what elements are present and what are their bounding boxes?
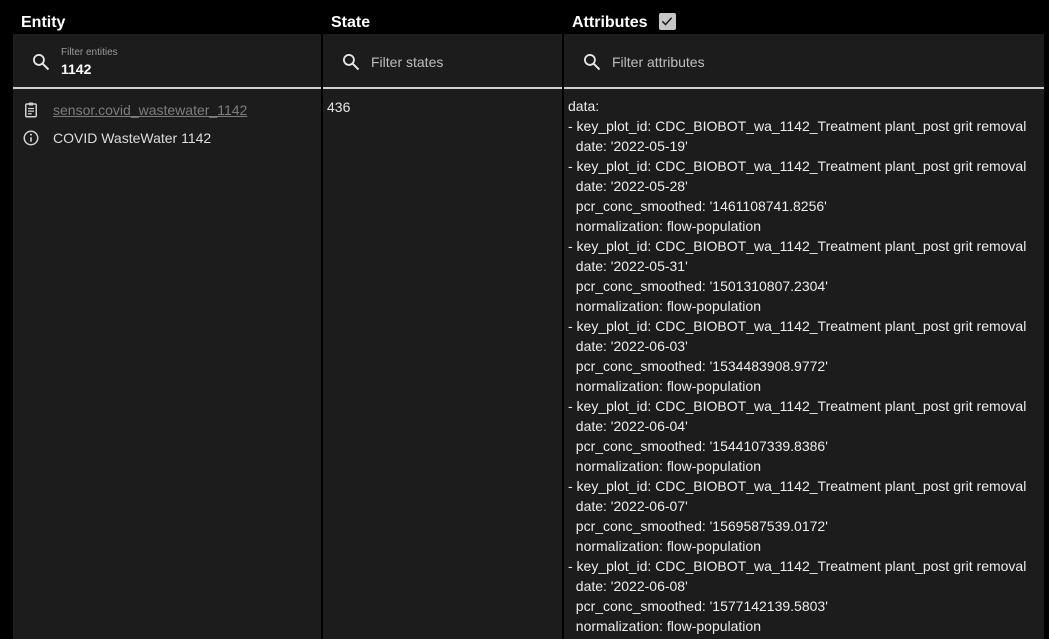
entity-id-link[interactable]: sensor.covid_wastewater_1142 <box>53 102 247 118</box>
attribute-line: date: '2022-06-07' <box>568 498 688 514</box>
attribute-line: normalization: flow-population <box>568 298 761 314</box>
attribute-line: - key_plot_id: CDC_BIOBOT_wa_1142_Treatm… <box>568 478 1027 494</box>
attribute-line: pcr_conc_smoothed: '1501310807.2304' <box>568 278 828 294</box>
attribute-line: normalization: flow-population <box>568 618 761 634</box>
clipboard-icon[interactable] <box>21 100 41 120</box>
checkbox-checked-icon <box>661 17 673 26</box>
entity-filter-label: Filter entities <box>61 47 118 58</box>
entity-filter-value[interactable]: 1142 <box>61 61 91 77</box>
state-filter[interactable]: Filter states <box>323 34 562 89</box>
info-icon[interactable] <box>21 128 41 148</box>
attributes-checkbox[interactable] <box>658 12 676 30</box>
attribute-line: normalization: flow-population <box>568 378 761 394</box>
attribute-line: date: '2022-06-04' <box>568 418 688 434</box>
attribute-line: - key_plot_id: CDC_BIOBOT_wa_1142_Treatm… <box>568 558 1027 574</box>
attributes-content: data: - key_plot_id: CDC_BIOBOT_wa_1142_T… <box>568 96 1026 636</box>
developer-tools-states: Entity State Attributes Filter entities … <box>0 0 1049 639</box>
attribute-line: - key_plot_id: CDC_BIOBOT_wa_1142_Treatm… <box>568 158 1027 174</box>
attribute-line: pcr_conc_smoothed: '1544107339.8386' <box>568 438 828 454</box>
attributes-header-label: Attributes <box>572 14 648 31</box>
attribute-line: date: '2022-06-03' <box>568 338 688 354</box>
entity-panel: Filter entities 1142 sensor.covid_wastew… <box>13 34 321 639</box>
attribute-line: date: '2022-05-28' <box>568 178 688 194</box>
attribute-line: pcr_conc_smoothed: '1569587539.0172' <box>568 518 828 534</box>
attribute-line: - key_plot_id: CDC_BIOBOT_wa_1142_Treatm… <box>568 318 1027 334</box>
attribute-line: date: '2022-05-19' <box>568 138 688 154</box>
attribute-line: date: '2022-06-08' <box>568 578 688 594</box>
friendly-name-row: COVID WasteWater 1142 <box>21 128 211 148</box>
search-icon <box>584 54 601 71</box>
attribute-line: - key_plot_id: CDC_BIOBOT_wa_1142_Treatm… <box>568 238 1027 254</box>
entity-friendly-name: COVID WasteWater 1142 <box>53 130 212 146</box>
attribute-line: data: <box>568 98 600 114</box>
attributes-column-header: Attributes <box>572 12 676 33</box>
attribute-line: - key_plot_id: CDC_BIOBOT_wa_1142_Treatm… <box>568 398 1027 414</box>
attribute-line: normalization: flow-population <box>568 458 761 474</box>
attribute-line: pcr_conc_smoothed: '1461108741.8256' <box>568 198 827 214</box>
attributes-filter[interactable]: Filter attributes <box>564 34 1044 89</box>
entity-id-row: sensor.covid_wastewater_1142 <box>21 100 247 120</box>
attribute-line: date: '2022-05-31' <box>568 258 688 274</box>
state-panel: Filter states 436 <box>323 34 562 639</box>
entity-column-header: Entity <box>21 14 66 31</box>
attribute-line: pcr_conc_smoothed: '1577142139.5803' <box>568 598 828 614</box>
state-filter-placeholder[interactable]: Filter states <box>371 54 443 70</box>
search-icon <box>33 54 50 71</box>
state-value: 436 <box>327 99 351 115</box>
state-column-header: State <box>331 14 371 31</box>
attributes-panel: Filter attributes data: - key_plot_id: CD… <box>564 34 1044 639</box>
attribute-line: - key_plot_id: CDC_BIOBOT_wa_1142_Treatm… <box>568 118 1027 134</box>
attribute-line: normalization: flow-population <box>568 218 761 234</box>
entity-filter[interactable]: Filter entities 1142 <box>13 34 321 89</box>
attributes-filter-placeholder[interactable]: Filter attributes <box>612 54 705 70</box>
attribute-line: normalization: flow-population <box>568 538 761 554</box>
attribute-line: pcr_conc_smoothed: '1534483908.9772' <box>568 358 828 374</box>
search-icon <box>343 54 360 71</box>
